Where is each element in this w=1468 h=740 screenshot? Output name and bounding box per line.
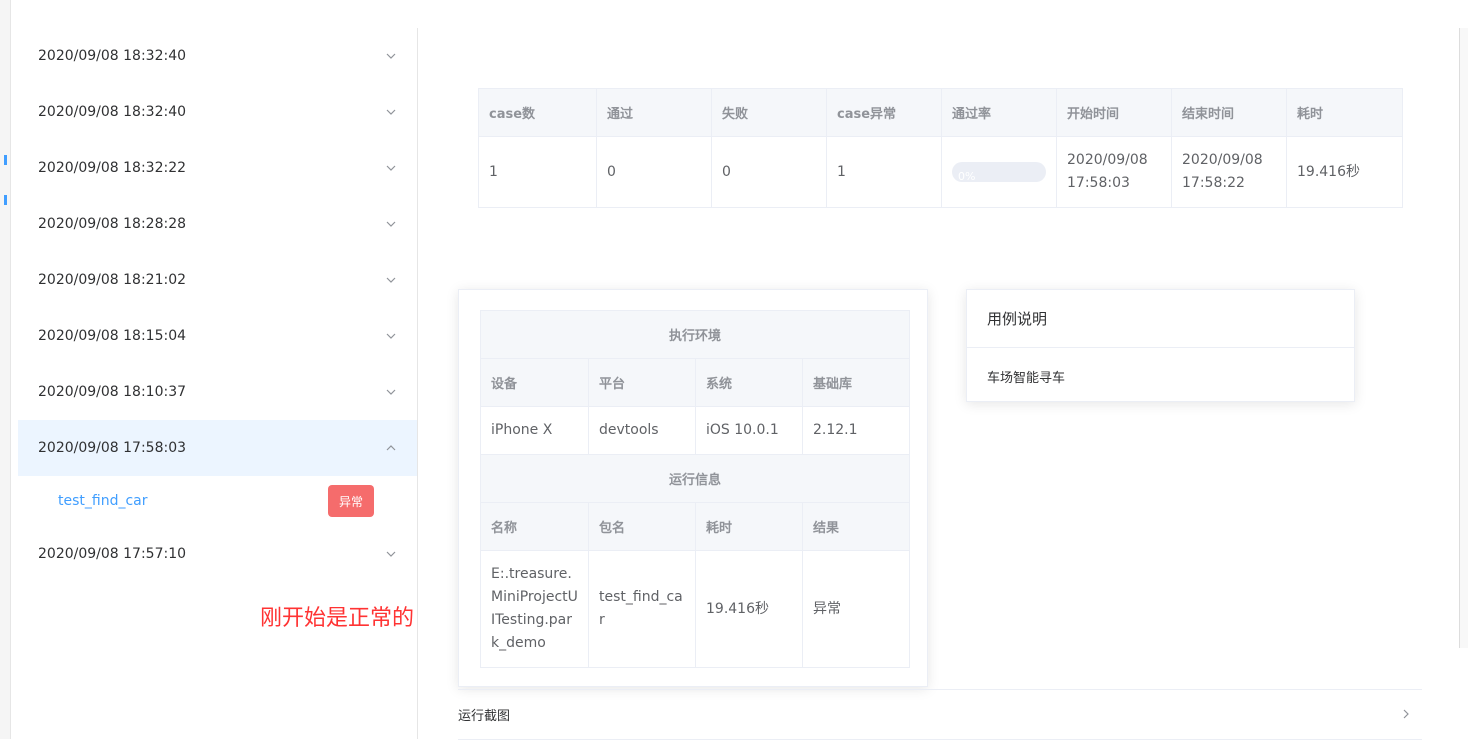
cell-failed: 0	[711, 136, 827, 208]
env-header-row: 设备 平台 系统 基础库	[480, 358, 911, 407]
run-time-label: 2020/09/08 17:58:03	[38, 440, 187, 456]
annotation-text: 刚开始是正常的	[260, 606, 415, 631]
case-item[interactable]: test_find_car 异常	[18, 476, 417, 526]
run-time-label: 2020/09/08 18:28:28	[38, 216, 187, 232]
progress-label: 0%	[958, 170, 976, 182]
header-system: 系统	[695, 358, 803, 407]
env-table: 执行环境 设备 平台 系统 基础库 iPhone X devtools iOS …	[479, 310, 911, 668]
chevron-down-icon	[385, 106, 397, 118]
cell-end-time: 2020/09/08 17:58:22	[1171, 136, 1287, 208]
env-title: 执行环境	[479, 310, 911, 359]
run-item[interactable]: 2020/09/08 18:15:04	[18, 308, 417, 364]
run-time-label: 2020/09/08 18:32:40	[38, 104, 187, 120]
chevron-down-icon	[385, 330, 397, 342]
chevron-down-icon	[385, 162, 397, 174]
screenshots-label: 运行截图	[458, 709, 511, 724]
chevron-right-icon	[1400, 708, 1412, 724]
case-description-title: 用例说明	[967, 290, 1354, 348]
scrollbar[interactable]	[1459, 28, 1468, 648]
summary-table: case数 通过 失败 case异常 通过率 开始时间 结束时间 耗时 1 0 …	[478, 88, 1403, 208]
run-item[interactable]: 2020/09/08 18:10:37	[18, 364, 417, 420]
run-time-label: 2020/09/08 18:32:40	[38, 48, 187, 64]
run-item[interactable]: 2020/09/08 18:32:40	[18, 84, 417, 140]
cell-name: E:.treasure.MiniProjectUITesting.park_de…	[480, 550, 589, 668]
run-time-label: 2020/09/08 18:10:37	[38, 384, 187, 400]
header-run-duration: 耗时	[695, 502, 803, 551]
cell-base-lib: 2.12.1	[801, 406, 911, 455]
run-time-label: 2020/09/08 18:15:04	[38, 328, 187, 344]
cell-passed: 0	[596, 136, 712, 208]
header-base-lib: 基础库	[801, 358, 911, 407]
run-item[interactable]: 2020/09/08 17:57:10	[18, 526, 417, 582]
cell-pass-rate: 0%	[941, 136, 1057, 208]
header-package: 包名	[588, 502, 696, 551]
header-passed: 通过	[596, 88, 712, 137]
header-start-time: 开始时间	[1056, 88, 1172, 137]
edge-marker	[4, 195, 7, 205]
cell-result: 异常	[801, 550, 911, 668]
header-device: 设备	[480, 358, 589, 407]
header-errors: case异常	[826, 88, 942, 137]
env-title-row: 执行环境	[479, 310, 911, 359]
chevron-down-icon	[385, 274, 397, 286]
cell-system: iOS 10.0.1	[695, 406, 803, 455]
case-description-body: 车场智能寻车	[987, 371, 1066, 386]
header-failed: 失败	[711, 88, 827, 137]
run-info-title: 运行信息	[479, 454, 911, 503]
run-time-label: 2020/09/08 18:32:22	[38, 160, 187, 176]
chevron-down-icon	[385, 386, 397, 398]
run-history-sidebar: 2020/09/08 18:32:40 2020/09/08 18:32:40 …	[18, 28, 418, 739]
run-item[interactable]: 2020/09/08 18:21:02	[18, 252, 417, 308]
summary-header-row: case数 通过 失败 case异常 通过率 开始时间 结束时间 耗时	[478, 88, 1403, 137]
run-item[interactable]: 2020/09/08 18:32:22	[18, 140, 417, 196]
header-result: 结果	[801, 502, 911, 551]
summary-row: 1 0 0 1 0% 2020/09/08 17:58:03 2020/09/0…	[478, 136, 1403, 208]
run-value-row: E:.treasure.MiniProjectUITesting.park_de…	[480, 550, 911, 668]
left-edge-panel	[0, 0, 11, 739]
run-header-row: 名称 包名 耗时 结果	[480, 502, 911, 551]
header-platform: 平台	[588, 358, 696, 407]
header-name: 名称	[480, 502, 589, 551]
chevron-up-icon	[385, 442, 397, 454]
run-item[interactable]: 2020/09/08 18:28:28	[18, 196, 417, 252]
run-time-label: 2020/09/08 17:57:10	[38, 546, 187, 562]
screenshots-collapse[interactable]: 运行截图	[458, 689, 1422, 740]
cell-duration: 19.416秒	[1286, 136, 1403, 208]
chevron-down-icon	[385, 218, 397, 230]
pass-rate-progress: 0%	[952, 162, 1046, 182]
status-badge: 异常	[328, 485, 374, 517]
header-end-time: 结束时间	[1171, 88, 1287, 137]
edge-marker	[4, 155, 7, 165]
cell-package: test_find_car	[588, 550, 696, 668]
header-case-count: case数	[478, 88, 597, 137]
cell-start-time: 2020/09/08 17:58:03	[1056, 136, 1172, 208]
case-name-link[interactable]: test_find_car	[58, 493, 148, 509]
cell-run-duration: 19.416秒	[695, 550, 803, 668]
chevron-down-icon	[385, 548, 397, 560]
header-duration: 耗时	[1286, 88, 1403, 137]
header-pass-rate: 通过率	[941, 88, 1057, 137]
env-card: 执行环境 设备 平台 系统 基础库 iPhone X devtools iOS …	[458, 289, 928, 687]
run-item-active[interactable]: 2020/09/08 17:58:03	[18, 420, 417, 476]
run-time-label: 2020/09/08 18:21:02	[38, 272, 187, 288]
run-title-row: 运行信息	[479, 454, 911, 503]
cell-case-count: 1	[478, 136, 597, 208]
cell-device: iPhone X	[480, 406, 589, 455]
env-value-row: iPhone X devtools iOS 10.0.1 2.12.1	[480, 406, 911, 455]
run-item[interactable]: 2020/09/08 18:32:40	[18, 28, 417, 84]
cell-errors: 1	[826, 136, 942, 208]
chevron-down-icon	[385, 50, 397, 62]
case-description-card: 用例说明 车场智能寻车	[966, 289, 1355, 402]
cell-platform: devtools	[588, 406, 696, 455]
